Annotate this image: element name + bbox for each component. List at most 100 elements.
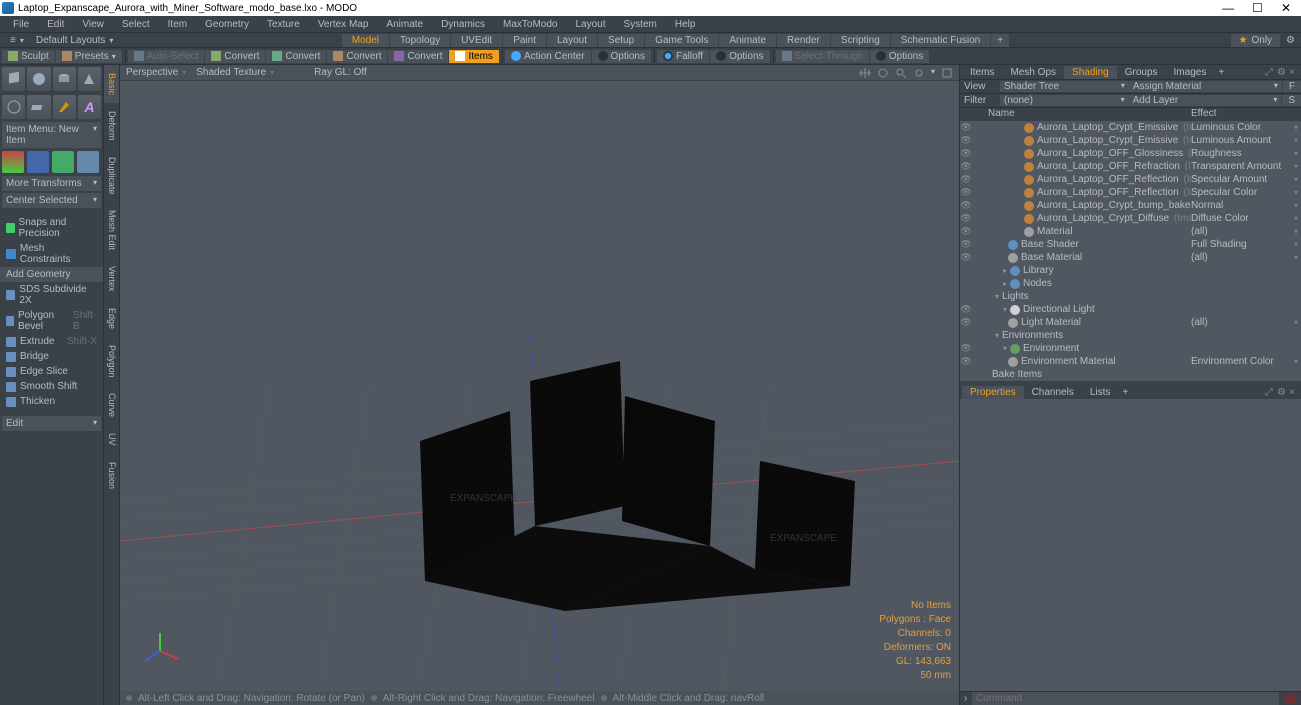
tree-row[interactable]: 👁Aurora_Laptop_OFF_Glossiness (Image)Rou… [960,147,1301,160]
visibility-icon[interactable]: 👁 [960,356,972,367]
layout-preset-dropdown[interactable]: Default Layouts [26,35,124,46]
shade-mode-dropdown[interactable]: Shaded Texture [196,67,274,78]
only-button[interactable]: ★Only [1231,34,1281,47]
close-icon[interactable]: × [1289,67,1299,77]
menu-vertex-map[interactable]: Vertex Map [309,18,378,31]
tree-row[interactable]: 👁Aurora_Laptop_Crypt_bump_baked (Image)N… [960,199,1301,212]
tab-images[interactable]: Images [1166,66,1215,79]
expand-icon[interactable]: ⤢ [1265,387,1275,397]
command-input[interactable] [972,692,1279,705]
tree-item-effect[interactable]: (all) [1191,252,1291,263]
minimize-button[interactable]: — [1222,3,1234,13]
effect-dropdown-icon[interactable]: ▾ [1291,318,1301,327]
menu-help[interactable]: Help [666,18,705,31]
prim-plane-icon[interactable] [27,95,50,119]
shader-view-dropdown[interactable]: Shader Tree [1000,81,1129,92]
convert-button-2[interactable]: Convert [266,50,326,63]
options-button-3[interactable]: Options [870,50,929,63]
convert-button-1[interactable]: Convert [205,50,265,63]
tab-add[interactable]: + [1214,66,1228,79]
tree-item-effect[interactable]: Environment Color [1191,356,1291,367]
tree-item-effect[interactable]: Roughness [1191,148,1291,159]
layout-tab-setup[interactable]: Setup [598,34,644,47]
layout-preset-icon[interactable]: ≡ [0,35,26,46]
effect-dropdown-icon[interactable]: ▾ [1291,253,1301,262]
tab-items[interactable]: Items [962,66,1002,79]
menu-geometry[interactable]: Geometry [196,18,258,31]
vtab-vertex[interactable]: Vertex [104,258,119,300]
visibility-icon[interactable]: 👁 [960,148,972,159]
expand-icon[interactable]: ▸ [1000,266,1010,275]
falloff-button[interactable]: Falloff [657,50,709,63]
close-icon[interactable]: × [1289,387,1299,397]
snaps-precision-item[interactable]: Snaps and Precision [0,215,103,241]
tree-item-effect[interactable]: Specular Color [1191,187,1291,198]
prim-cylinder-icon[interactable] [53,67,76,91]
layout-tab-paint[interactable]: Paint [503,34,546,47]
tree-row[interactable]: 👁Environment MaterialEnvironment Color▾ [960,355,1301,368]
tree-row[interactable]: 👁▾Directional Light [960,303,1301,316]
visibility-icon[interactable]: 👁 [960,239,972,250]
effect-dropdown-icon[interactable]: ▾ [1291,149,1301,158]
vtab-mesh-edit[interactable]: Mesh Edit [104,202,119,258]
tree-item-effect[interactable]: (all) [1191,226,1291,237]
layout-tab-animate[interactable]: Animate [719,34,776,47]
text-tool-icon[interactable]: A [78,95,101,119]
visibility-icon[interactable]: 👁 [960,174,972,185]
maximize-view-icon[interactable] [941,67,953,79]
sds-subdivide-item[interactable]: SDS Subdivide 2X [0,282,103,308]
visibility-icon[interactable]: 👁 [960,252,972,263]
center-selected-dropdown[interactable]: Center Selected [2,193,101,208]
expand-icon[interactable]: ▾ [1000,305,1010,314]
move-view-icon[interactable] [859,67,871,79]
tree-row[interactable]: 👁Aurora_Laptop_Crypt_Diffuse (Image)Diff… [960,212,1301,225]
raygl-status[interactable]: Ray GL: Off [314,67,367,78]
effect-dropdown-icon[interactable]: ▾ [1291,162,1301,171]
actioncenter-button[interactable]: Action Center [505,50,591,63]
effect-dropdown-icon[interactable]: ▾ [1291,175,1301,184]
close-button[interactable]: ✕ [1281,3,1291,13]
bridge-item[interactable]: Bridge [0,349,103,364]
layout-tab-scripting[interactable]: Scripting [831,34,890,47]
add-layer-dropdown[interactable]: Add Layer [1129,95,1282,106]
layout-tab-render[interactable]: Render [777,34,830,47]
menu-view[interactable]: View [73,18,113,31]
tree-row[interactable]: 👁Aurora_Laptop_OFF_Refraction (Image)Tra… [960,160,1301,173]
tree-row[interactable]: ▾Environments [960,329,1301,342]
expand-icon[interactable]: ▾ [992,331,1002,340]
effect-dropdown-icon[interactable]: ▾ [1291,214,1301,223]
autoselect-button[interactable]: Auto-Select [128,50,205,63]
vtab-deform[interactable]: Deform [104,103,119,149]
tree-item-effect[interactable]: (all) [1191,317,1291,328]
menu-maxtomodo[interactable]: MaxToModo [494,18,566,31]
layout-tab-add[interactable]: + [991,34,1009,47]
tree-item-effect[interactable]: Normal [1191,200,1291,211]
vtab-basic[interactable]: Basic [104,65,119,103]
tree-item-effect[interactable]: Luminous Color [1191,122,1291,133]
menu-layout[interactable]: Layout [566,18,614,31]
layout-tab-model[interactable]: Model [342,34,389,47]
viewport-options-icon[interactable]: ▾ [931,67,935,79]
tab-mesh-ops[interactable]: Mesh Ops [1002,66,1064,79]
gear-icon[interactable]: ⚙ [1277,387,1287,397]
3d-viewport[interactable]: EXPANSCAPE EXPANSCAPE No Items Polygons … [120,81,959,691]
tree-row[interactable]: 👁Aurora_Laptop_Crypt_Emissive (Image)Lum… [960,134,1301,147]
tree-row[interactable]: ▾Lights [960,290,1301,303]
items-button[interactable]: Items [449,50,498,63]
tree-item-effect[interactable]: Luminous Amount [1191,135,1291,146]
layout-tab-schematic-fusion[interactable]: Schematic Fusion [891,34,990,47]
tree-row[interactable]: 👁Aurora_Laptop_OFF_Reflection (Image) (2… [960,173,1301,186]
options-button-1[interactable]: Options [592,50,651,63]
menu-texture[interactable]: Texture [258,18,309,31]
gear-icon[interactable]: ⚙ [1277,67,1287,77]
menu-item[interactable]: Item [159,18,196,31]
visibility-icon[interactable]: 👁 [960,304,972,315]
thicken-item[interactable]: Thicken [0,394,103,409]
menu-dynamics[interactable]: Dynamics [432,18,494,31]
assign-material-button[interactable]: Assign Material [1129,81,1282,92]
visibility-icon[interactable]: 👁 [960,135,972,146]
visibility-icon[interactable]: 👁 [960,317,972,328]
extrude-item[interactable]: ExtrudeShift-X [0,334,103,349]
vtab-curve[interactable]: Curve [104,385,119,425]
expand-icon[interactable]: ▾ [1000,344,1010,353]
